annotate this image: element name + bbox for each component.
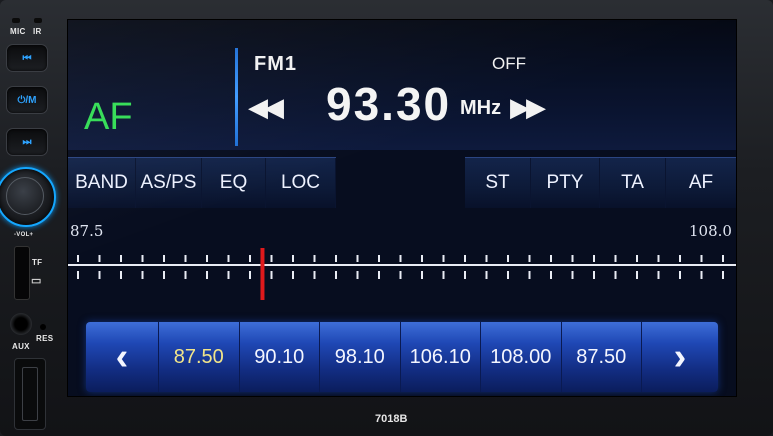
preset-prev-button[interactable]: ‹ <box>86 322 159 392</box>
res-label: RES <box>36 334 54 343</box>
status-text: OFF <box>492 54 526 73</box>
preset-button[interactable]: 87.50 <box>159 322 240 392</box>
tuning-needle[interactable] <box>260 248 265 300</box>
reset-hole[interactable] <box>40 324 46 330</box>
usb-port[interactable] <box>14 358 46 430</box>
st-button[interactable]: ST <box>465 158 531 208</box>
volume-knob[interactable] <box>0 167 56 227</box>
scale-min-label: 87.5 <box>70 222 104 240</box>
knob-ring <box>6 177 44 215</box>
next-track-button[interactable]: ⏭ <box>6 128 48 156</box>
preset-next-button[interactable]: › <box>642 322 718 392</box>
function-buttons-left: BAND AS/PS EQ LOC <box>68 157 336 208</box>
band-name: FM1 <box>254 53 297 75</box>
preset-button[interactable]: 87.50 <box>562 322 642 392</box>
tuning-scale[interactable] <box>68 248 736 304</box>
preset-button[interactable]: 108.00 <box>481 322 562 392</box>
ta-button[interactable]: TA <box>600 158 666 208</box>
tf-label: TF <box>32 258 43 267</box>
power-mute-button[interactable]: ⏻/M <box>6 86 48 114</box>
loc-button[interactable]: LOC <box>266 158 336 208</box>
tf-card-slot[interactable] <box>14 246 30 300</box>
frequency-readout: 93.30 <box>326 78 452 130</box>
as-ps-button[interactable]: AS/PS <box>136 158 202 208</box>
preset-bar: ‹ 87.50 90.10 98.10 106.10 108.00 87.50 … <box>86 322 718 392</box>
header-divider <box>235 48 238 146</box>
model-label: 7018B <box>375 413 408 425</box>
ir-sensor <box>34 18 42 23</box>
scale-max-label: 108.0 <box>689 222 732 240</box>
aux-jack[interactable] <box>10 313 32 335</box>
preset-button[interactable]: 98.10 <box>320 322 401 392</box>
pty-button[interactable]: PTY <box>531 158 600 208</box>
seek-back-button[interactable]: ◀◀ <box>248 92 284 123</box>
mic-hole <box>12 18 20 23</box>
function-buttons-right: ST PTY TA AF <box>465 157 736 208</box>
af-indicator: AF <box>84 96 133 138</box>
sd-card-icon: ▭ <box>31 275 42 287</box>
usb-port-inner <box>22 367 38 421</box>
aux-label: AUX <box>12 342 30 351</box>
vol-label: -VOL+ <box>14 232 34 238</box>
eq-button[interactable]: EQ <box>202 158 266 208</box>
mic-label: MIC <box>10 27 26 36</box>
preset-button[interactable]: 106.10 <box>401 322 481 392</box>
band-button[interactable]: BAND <box>68 158 136 208</box>
frequency-unit: MHz <box>460 97 502 119</box>
car-radio-unit: MIC IR ⏮ ⏻/M ⏭ -VOL+ TF ▭ RES AUX AF FM1… <box>0 0 773 436</box>
af-button[interactable]: AF <box>666 158 736 208</box>
radio-screen: AF FM1 OFF ◀◀ 93.30 MHz ▶▶ BAND AS/PS EQ… <box>67 19 737 397</box>
preset-button[interactable]: 90.10 <box>240 322 320 392</box>
ir-label: IR <box>33 27 42 36</box>
seek-forward-button[interactable]: ▶▶ <box>510 92 546 123</box>
prev-track-button[interactable]: ⏮ <box>6 44 48 72</box>
